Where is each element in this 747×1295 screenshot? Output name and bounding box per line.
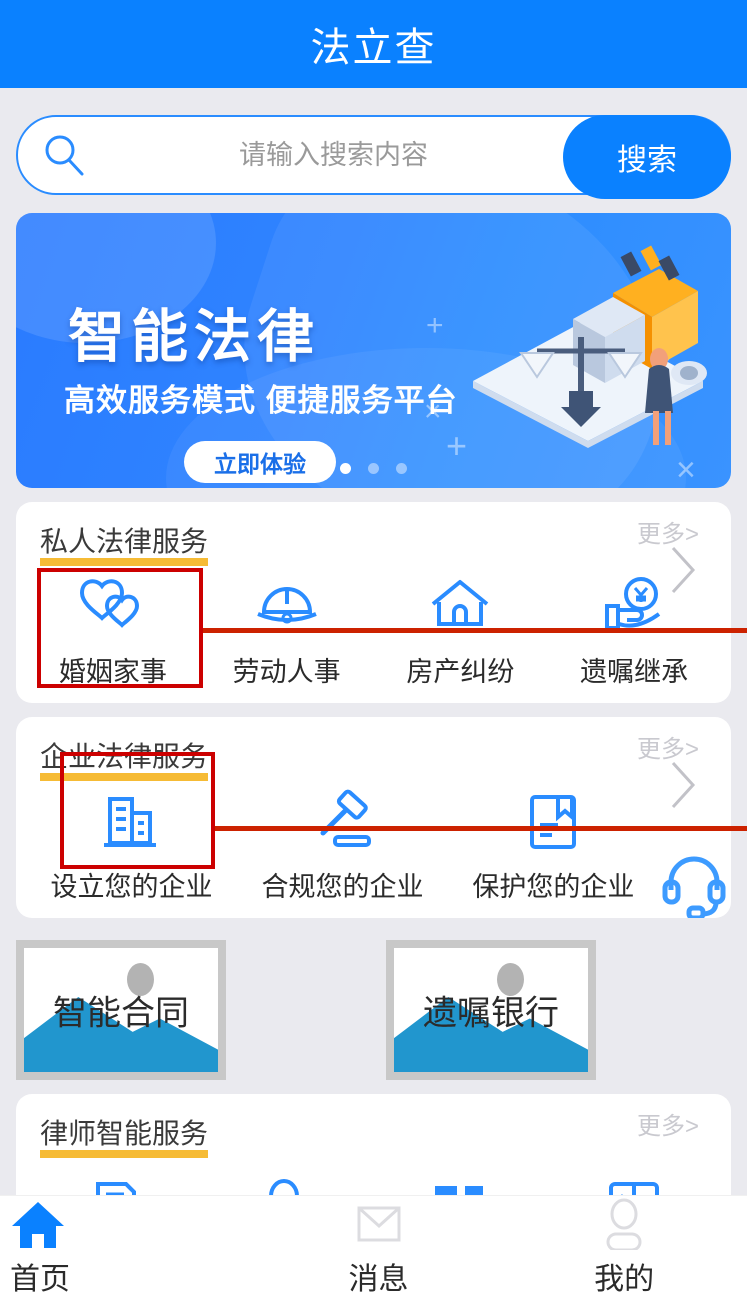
banner-cta-button[interactable]: 立即体验 bbox=[184, 441, 336, 483]
chevron-right-icon[interactable] bbox=[669, 544, 697, 596]
carousel-dot[interactable] bbox=[396, 463, 407, 474]
house-icon bbox=[423, 570, 497, 644]
bottom-tab-bar: 首页 消息 我的 bbox=[0, 1195, 747, 1295]
gavel-icon bbox=[305, 785, 379, 859]
search-button[interactable]: 搜索 bbox=[563, 115, 731, 199]
home-icon bbox=[10, 1198, 66, 1250]
service-item-label: 房产纠纷 bbox=[406, 657, 515, 687]
section-header: 律师智能服务 更多> bbox=[26, 1112, 721, 1158]
service-item-protect[interactable]: 保护您的企业 bbox=[448, 785, 659, 904]
legal-illustration-icon bbox=[473, 245, 707, 448]
feature-tiles: 智能合同 遗嘱银行 bbox=[16, 940, 731, 1080]
search-section: 搜索 bbox=[0, 88, 747, 199]
search-icon bbox=[40, 131, 88, 179]
helmet-icon bbox=[250, 570, 324, 644]
section-header: 企业法律服务 更多> bbox=[26, 735, 721, 809]
tab-label: 我的 bbox=[594, 1262, 655, 1295]
service-item-marriage[interactable]: 婚姻家事 bbox=[26, 570, 200, 689]
tab-label: 首页 bbox=[10, 1262, 70, 1295]
app-screen: 法立查 搜索 + + × + × 智能法律 高效服务模式 便捷服务平台 立即体验 bbox=[0, 0, 747, 1295]
service-item-label: 婚姻家事 bbox=[58, 657, 167, 687]
hearts-icon bbox=[76, 570, 150, 644]
hand-coin-yuan-icon bbox=[597, 570, 671, 644]
feature-tile-label: 智能合同 bbox=[53, 994, 189, 1033]
feature-tile-label: 遗嘱银行 bbox=[423, 994, 559, 1033]
service-item-property[interactable]: 房产纠纷 bbox=[374, 570, 548, 689]
bookmark-document-icon bbox=[516, 785, 590, 859]
section-card-enterprise: 企业法律服务 更多> 设立您的企业 合规您的企业 保护您的企业 bbox=[16, 717, 731, 918]
carousel-dots[interactable] bbox=[16, 463, 731, 474]
banner-subline: 高效服务模式 便捷服务平台 bbox=[64, 383, 458, 418]
section-title: 律师智能服务 bbox=[40, 1112, 209, 1158]
section-card-personal: 私人法律服务 更多> 婚姻家事 劳动人事 房产纠纷 遗嘱继承 bbox=[16, 502, 731, 703]
plus-decor-icon: + bbox=[426, 309, 444, 342]
office-building-icon bbox=[94, 785, 168, 859]
service-item-label: 设立您的企业 bbox=[50, 872, 213, 902]
promo-banner[interactable]: + + × + × 智能法律 高效服务模式 便捷服务平台 立即体验 bbox=[16, 213, 731, 488]
service-item-label: 劳动人事 bbox=[232, 657, 341, 687]
search-bar[interactable]: 搜索 bbox=[16, 115, 731, 199]
service-item-establish[interactable]: 设立您的企业 bbox=[26, 785, 237, 904]
section-title: 企业法律服务 bbox=[40, 735, 209, 781]
service-item-label: 合规您的企业 bbox=[261, 872, 424, 902]
tab-home[interactable]: 首页 bbox=[0, 1196, 256, 1295]
feature-tile-smart-contract[interactable]: 智能合同 bbox=[16, 940, 226, 1080]
tab-messages[interactable]: 消息 bbox=[256, 1196, 502, 1295]
carousel-dot[interactable] bbox=[368, 463, 379, 474]
headset-icon[interactable] bbox=[659, 848, 729, 918]
service-grid: 设立您的企业 合规您的企业 保护您的企业 bbox=[26, 785, 721, 904]
service-item-label: 保护您的企业 bbox=[472, 872, 635, 902]
service-grid: 婚姻家事 劳动人事 房产纠纷 遗嘱继承 bbox=[26, 570, 721, 689]
person-icon bbox=[596, 1198, 652, 1250]
envelope-icon bbox=[351, 1198, 407, 1250]
carousel-dot[interactable] bbox=[340, 463, 351, 474]
feature-tile-will-bank[interactable]: 遗嘱银行 bbox=[386, 940, 596, 1080]
service-item-compliance[interactable]: 合规您的企业 bbox=[237, 785, 448, 904]
service-item-labor[interactable]: 劳动人事 bbox=[200, 570, 374, 689]
chevron-right-icon[interactable] bbox=[669, 759, 697, 811]
tab-mine[interactable]: 我的 bbox=[501, 1196, 747, 1295]
section-header: 私人法律服务 更多> bbox=[26, 520, 721, 594]
app-header: 法立查 bbox=[0, 0, 747, 88]
page-title: 法立查 bbox=[310, 26, 437, 70]
more-link[interactable]: 更多> bbox=[637, 1106, 699, 1141]
section-title: 私人法律服务 bbox=[40, 520, 209, 566]
tab-label: 消息 bbox=[348, 1262, 409, 1295]
service-item-label: 遗嘱继承 bbox=[580, 657, 689, 687]
banner-headline: 智能法律 bbox=[68, 305, 320, 369]
